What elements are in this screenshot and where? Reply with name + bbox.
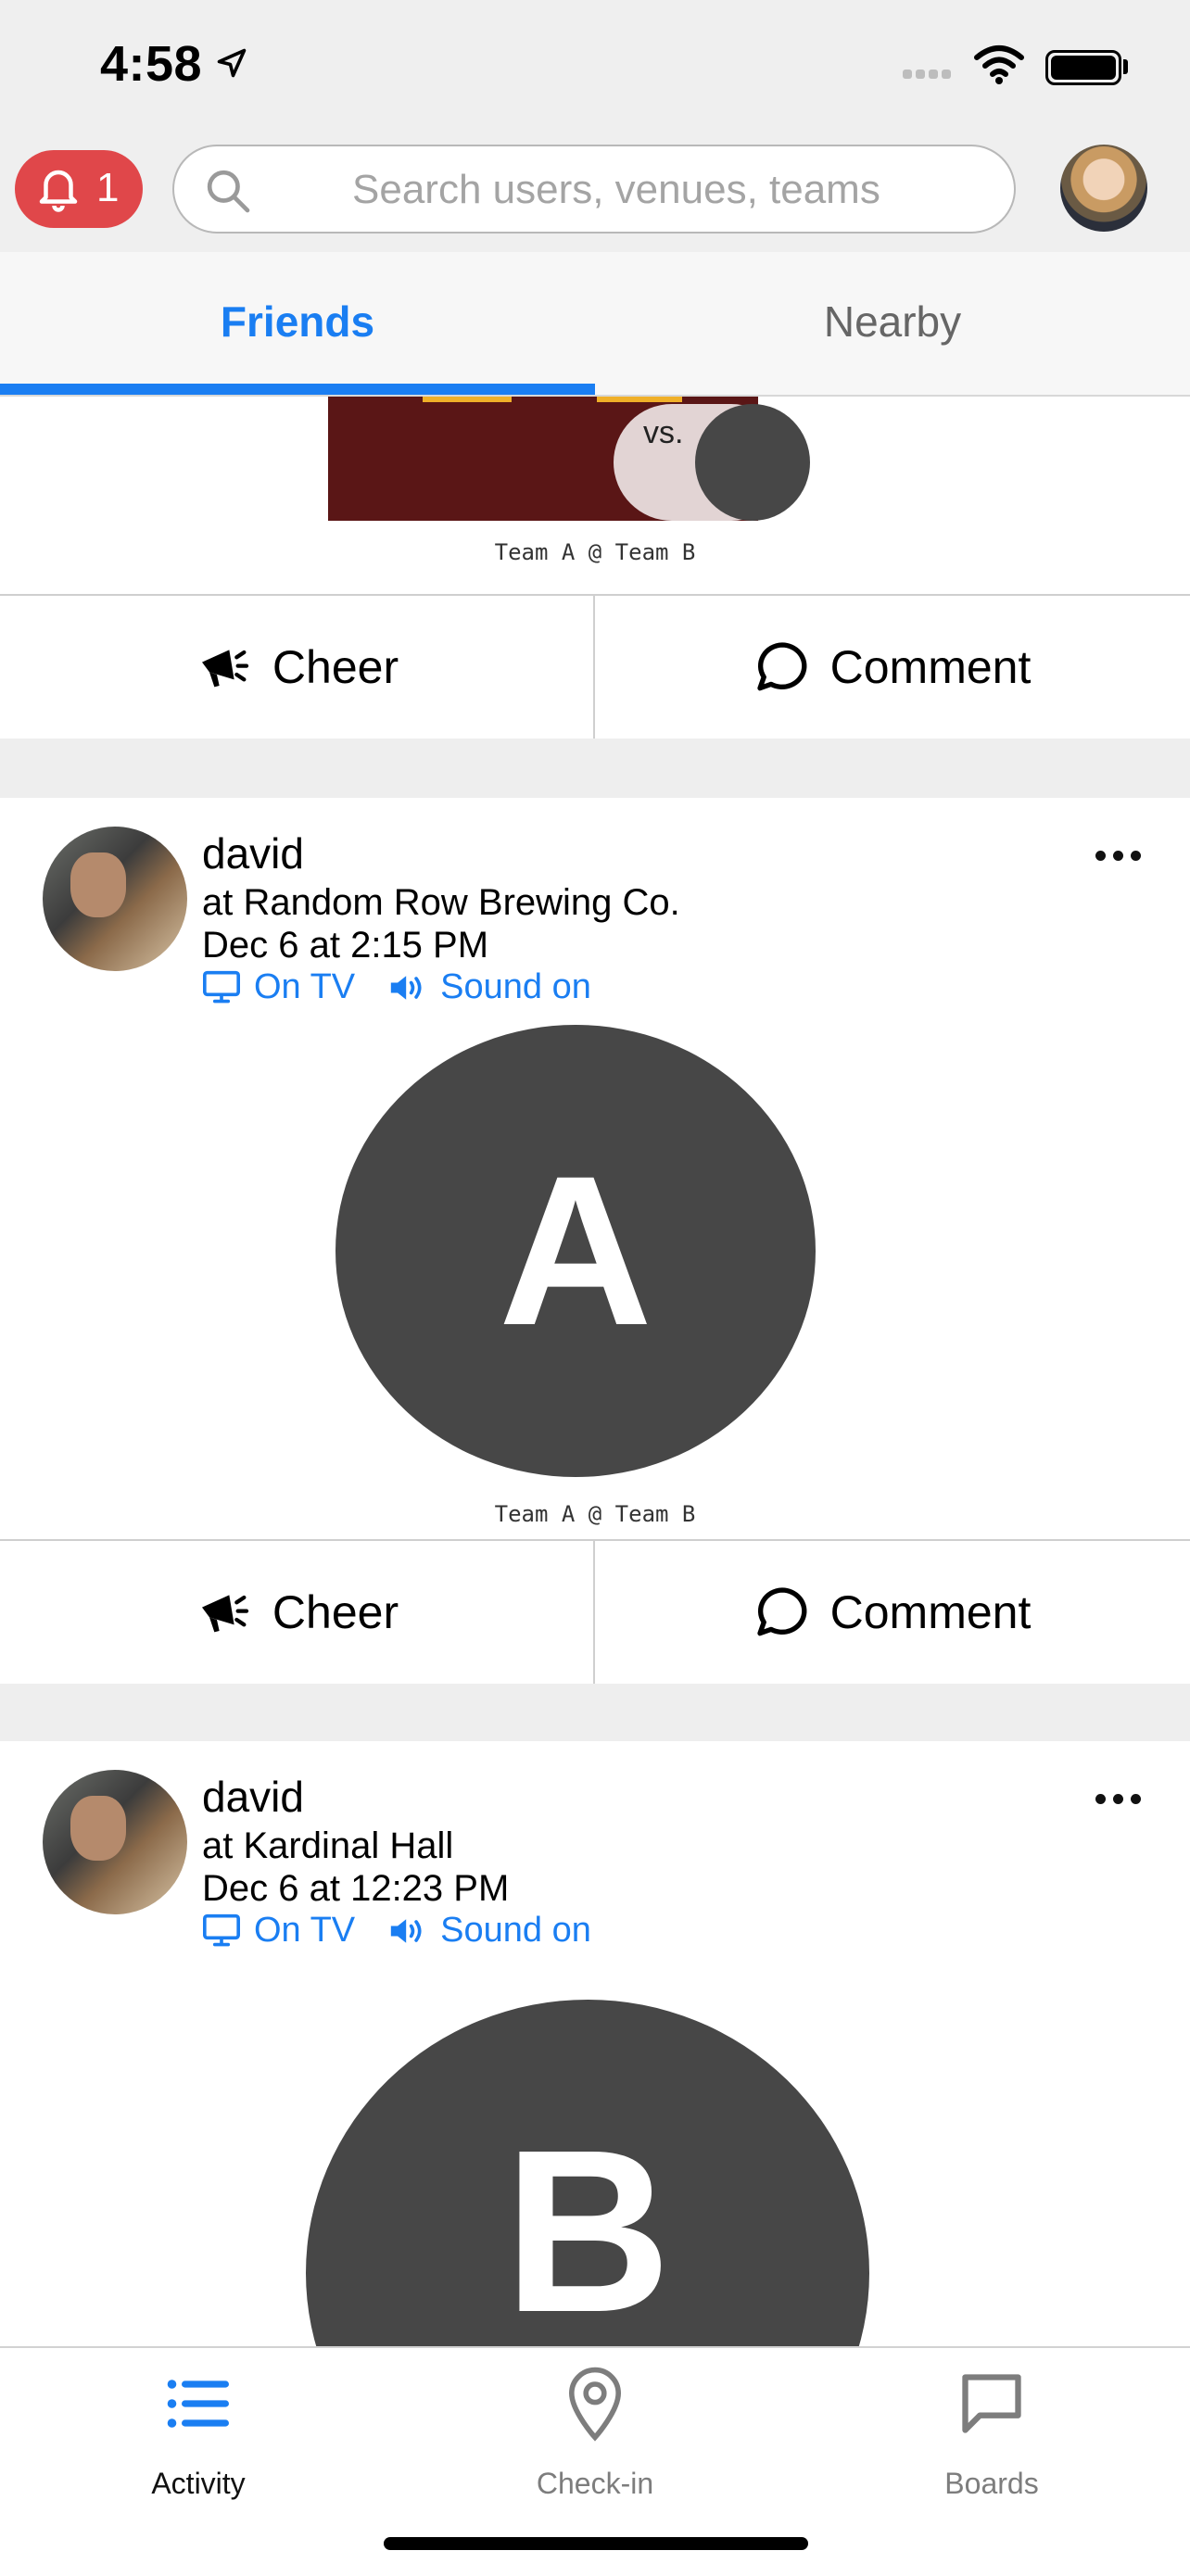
post-time: Dec 6 at 12:23 PM <box>202 1868 510 1909</box>
cellular-signal-icon <box>903 67 955 83</box>
search-icon <box>207 170 250 213</box>
home-indicator <box>384 2537 808 2550</box>
bell-icon <box>39 170 78 212</box>
tab-selected-indicator <box>0 384 595 395</box>
team-letter: B <box>503 2102 672 2360</box>
cheer-label: Cheer <box>272 1586 399 1638</box>
user-avatar[interactable] <box>43 827 187 971</box>
post-gap <box>0 739 1190 798</box>
search-input[interactable]: Search users, venues, teams <box>172 145 1016 234</box>
more-options-icon[interactable] <box>1095 1792 1151 1811</box>
vs-label: vs. <box>643 415 684 450</box>
tab-checkin-label: Check-in <box>536 2467 654 2500</box>
post-venue[interactable]: at Random Row Brewing Co. <box>202 882 680 924</box>
notification-count: 1 <box>96 165 120 210</box>
message-square-icon <box>962 2374 1021 2433</box>
location-pin-icon <box>568 2367 622 2442</box>
user-avatar[interactable] <box>43 1770 187 1914</box>
post-tags: On TV Sound on <box>200 967 591 1007</box>
more-options-icon[interactable] <box>1095 849 1151 867</box>
cheer-button[interactable]: Cheer <box>0 596 593 739</box>
battery-tip <box>1123 59 1128 74</box>
megaphone-icon <box>201 650 249 688</box>
speaker-icon <box>390 975 422 1000</box>
team-letter: A <box>498 1131 653 1370</box>
comment-button[interactable]: Comment <box>595 1541 1188 1684</box>
cheer-label: Cheer <box>272 641 399 693</box>
megaphone-icon <box>201 1595 249 1633</box>
game-caption: Team A @ Team B <box>494 1501 696 1527</box>
comment-button[interactable]: Comment <box>595 596 1188 739</box>
post-gap <box>0 1684 1190 1741</box>
sound-on-label: Sound on <box>440 1911 591 1950</box>
game-caption: Team A @ Team B <box>494 539 696 565</box>
tab-friends[interactable]: Friends <box>0 252 595 395</box>
tab-boards-label: Boards <box>944 2467 1039 2500</box>
post-tags: On TV Sound on <box>200 1911 591 1951</box>
tv-icon <box>203 1913 240 1946</box>
comment-label: Comment <box>829 641 1032 693</box>
team-stripe <box>423 397 512 402</box>
sound-on-label: Sound on <box>440 967 591 1006</box>
status-time: 4:58 <box>100 36 203 92</box>
tab-activity-label: Activity <box>151 2467 246 2500</box>
cheer-button[interactable]: Cheer <box>0 1541 593 1684</box>
post-username[interactable]: david <box>202 1772 304 1822</box>
team-logo <box>695 404 810 521</box>
team-stripe <box>597 397 682 402</box>
team-logo: A <box>335 1025 816 1477</box>
notifications-button[interactable]: 1 <box>15 150 143 228</box>
post-time: Dec 6 at 2:15 PM <box>202 925 489 966</box>
post-venue[interactable]: at Kardinal Hall <box>202 1825 453 1867</box>
battery-icon <box>1045 50 1121 85</box>
on-tv-label: On TV <box>254 1911 356 1950</box>
comment-icon <box>756 1587 807 1636</box>
tab-nearby[interactable]: Nearby <box>595 252 1190 395</box>
comment-icon <box>756 642 807 691</box>
feed-tabs: Friends Nearby <box>0 252 1190 397</box>
speaker-icon <box>390 1918 422 1943</box>
on-tv-label: On TV <box>254 967 356 1006</box>
post-username[interactable]: david <box>202 828 304 878</box>
list-icon <box>167 2380 229 2428</box>
location-arrow-icon <box>217 48 247 78</box>
tv-icon <box>203 970 240 1003</box>
profile-avatar[interactable] <box>1060 145 1147 232</box>
search-placeholder: Search users, venues, teams <box>352 167 880 212</box>
wifi-icon <box>974 45 1024 84</box>
comment-label: Comment <box>829 1586 1032 1638</box>
